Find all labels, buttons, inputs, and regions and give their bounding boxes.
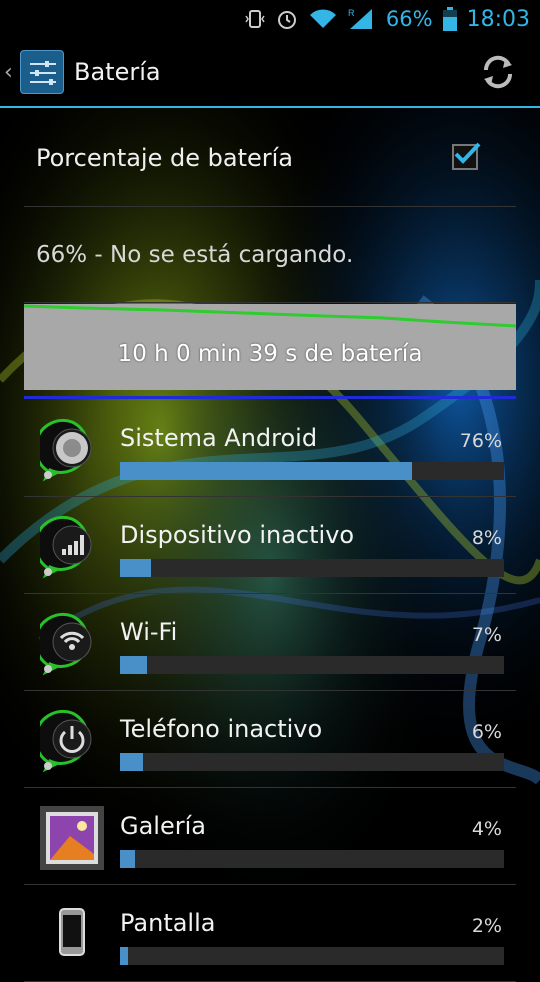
alarm-icon	[277, 11, 296, 29]
battery-status-text: 66% - No se está cargando.	[36, 242, 354, 268]
gallery-icon	[40, 806, 104, 870]
status-bar: R 66% 18:03	[0, 0, 540, 38]
usage-row[interactable]: Pantalla 2%	[0, 885, 540, 982]
usage-percent: 76%	[459, 430, 502, 452]
battery-percentage-checkbox[interactable]	[452, 142, 481, 170]
usage-percent: 8%	[471, 527, 502, 549]
usage-row[interactable]: Dispositivo inactivo 8%	[0, 497, 540, 594]
battery-content: Porcentaje de batería 66% - No se está c…	[0, 108, 540, 982]
usage-bar-track	[120, 753, 504, 771]
usage-percent: 2%	[471, 915, 502, 937]
refresh-icon[interactable]	[478, 52, 518, 92]
usage-bar-track	[120, 559, 504, 577]
usage-percent: 6%	[471, 721, 502, 743]
usage-bar-fill	[120, 462, 412, 480]
wifi-icon	[309, 9, 336, 28]
usage-bar-track	[120, 850, 504, 868]
usage-name: Galería	[120, 812, 206, 840]
usage-percent: 4%	[471, 818, 502, 840]
usage-name: Pantalla	[120, 909, 216, 937]
roaming-label: R	[348, 8, 355, 18]
battery-percent: 66%	[385, 7, 433, 31]
vibrate-icon	[245, 10, 265, 28]
clock: 18:03	[466, 6, 530, 32]
usage-percent: 7%	[471, 624, 502, 646]
usage-name: Dispositivo inactivo	[120, 521, 355, 549]
battery-duration-label: 10 h 0 min 39 s de batería	[117, 341, 423, 367]
cell-standby-icon	[33, 515, 104, 579]
usage-bar-fill	[120, 656, 147, 674]
usage-bar-track	[120, 656, 504, 674]
usage-name: Wi-Fi	[120, 618, 178, 646]
android-system-icon	[33, 418, 104, 482]
usage-bar-fill	[120, 753, 143, 771]
battery-icon	[442, 7, 457, 31]
checkmark-icon	[454, 142, 481, 164]
graph-baseline	[24, 396, 516, 399]
preference-label: Porcentaje de batería	[36, 144, 293, 172]
battery-percentage-preference[interactable]: Porcentaje de batería	[24, 108, 516, 207]
usage-row[interactable]: Wi-Fi 7%	[0, 594, 540, 691]
usage-name: Teléfono inactivo	[120, 715, 323, 743]
power-icon	[33, 709, 104, 773]
battery-history-graph[interactable]: 10 h 0 min 39 s de batería	[24, 304, 516, 390]
usage-list: Sistema Android 76% Dispositivo inactivo 8…	[0, 400, 540, 982]
usage-row[interactable]: Galería 4%	[0, 788, 540, 885]
wifi-icon	[33, 612, 104, 676]
usage-row[interactable]: Teléfono inactivo 6%	[0, 691, 540, 788]
action-bar: ‹ Batería	[0, 38, 540, 108]
phone-screen-icon	[40, 903, 104, 967]
usage-bar-fill	[120, 850, 136, 868]
back-chevron-icon[interactable]: ‹	[4, 60, 13, 85]
page-title: Batería	[74, 58, 161, 86]
divider	[24, 302, 516, 303]
usage-bar-fill	[120, 559, 151, 577]
usage-row[interactable]: Sistema Android 76%	[0, 400, 540, 497]
signal-icon: R	[348, 8, 372, 29]
usage-bar-fill	[120, 947, 128, 965]
settings-app-icon[interactable]	[20, 50, 64, 94]
usage-bar-track	[120, 947, 504, 965]
usage-bar-track	[120, 462, 504, 480]
usage-name: Sistema Android	[120, 424, 318, 452]
